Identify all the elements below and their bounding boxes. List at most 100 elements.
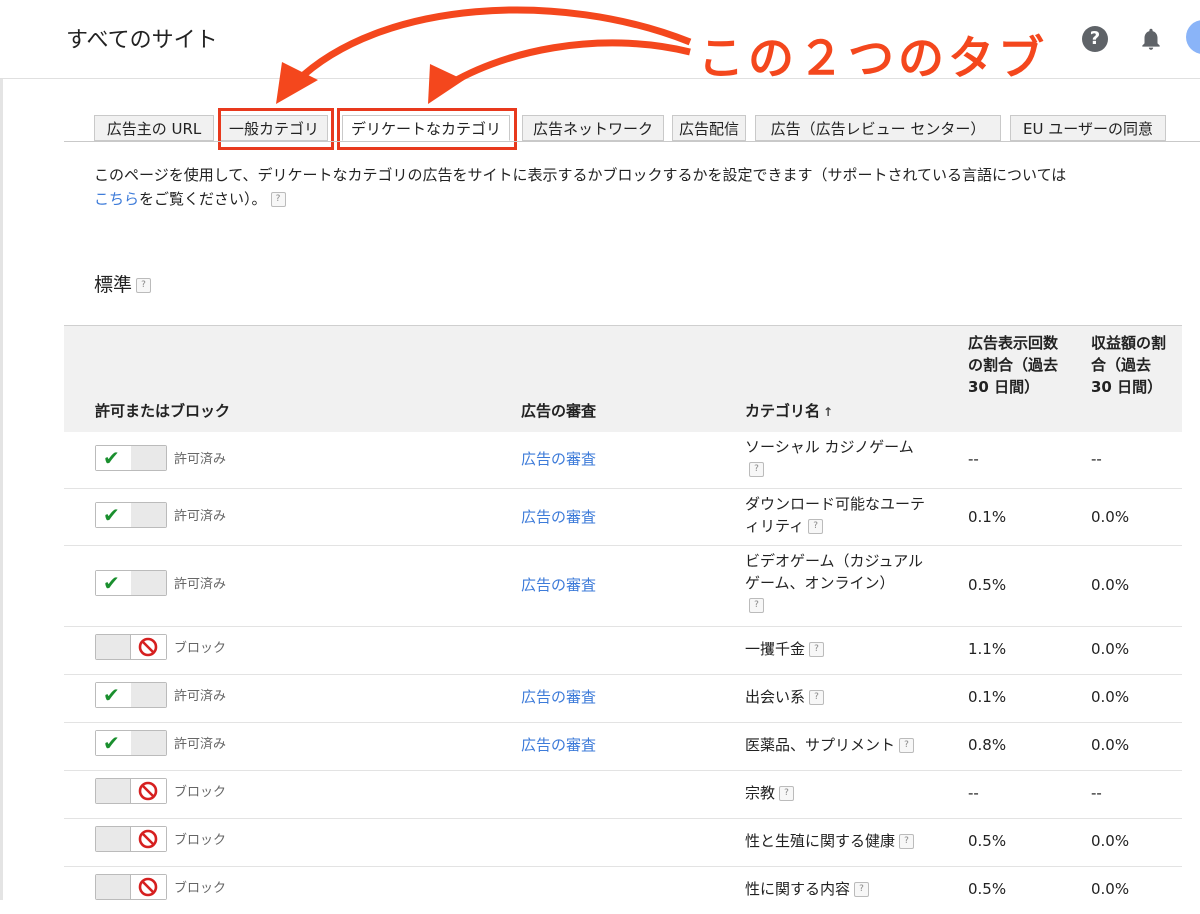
table-row: ブロック 一攫千金? 1.1% 0.0% [64,627,1182,675]
impressions-share: -- [968,450,979,468]
impressions-share: 0.5% [968,832,1007,850]
help-small-icon[interactable]: ? [809,642,825,657]
help-small-icon[interactable]: ? [270,192,286,207]
table-row: ✔ 許可済み 広告の審査 出会い系? 0.1% 0.0% [64,675,1182,723]
supported-languages-link[interactable]: こちら [94,190,139,208]
no-entry-icon [138,637,158,657]
table-row: ✔ 許可済み 広告の審査 医薬品、サプリメント? 0.8% 0.0% [64,723,1182,771]
tab-advertiser-url[interactable]: 広告主の URL [94,115,214,141]
ad-review-link[interactable]: 広告の審査 [521,506,596,528]
page-description: このページを使用して、デリケートなカテゴリの広告をサイトに表示するかブロックする… [94,163,1184,211]
ad-review-link[interactable]: 広告の審査 [521,734,596,756]
revenue-share: 0.0% [1091,880,1130,898]
status-label: ブロック [174,833,227,848]
category-name: ダウンロード可能なユーティリティ? [745,493,935,537]
tab-ad-networks[interactable]: 広告ネットワーク [522,115,664,141]
ad-review-link[interactable]: 広告の審査 [521,448,596,470]
help-small-icon[interactable]: ? [899,834,915,849]
no-entry-icon [138,781,158,801]
category-name-text: 一攫千金 [745,640,806,658]
status-label: 許可済み [174,509,227,524]
help-small-icon[interactable]: ? [808,519,824,534]
check-icon: ✔ [103,446,120,470]
allow-block-toggle[interactable] [95,874,167,900]
category-name: 性と生殖に関する健康? [745,830,915,852]
allow-block-toggle[interactable] [95,634,167,660]
tab-ad-review-center[interactable]: 広告（広告レビュー センター） [755,115,1001,141]
help-icon[interactable]: ? [1082,26,1108,52]
impressions-share: 1.1% [968,640,1007,658]
category-name-text: 性に関する内容 [745,880,851,898]
tab-sensitive-categories[interactable]: デリケートなカテゴリ [342,115,510,141]
impressions-share: -- [968,784,979,802]
allow-block-toggle[interactable]: ✔ [95,502,167,528]
ad-review-link[interactable]: 広告の審査 [521,574,596,596]
help-small-icon[interactable]: ? [854,882,870,897]
allow-block-toggle[interactable]: ✔ [95,730,167,756]
revenue-share: 0.0% [1091,640,1130,658]
help-small-icon[interactable]: ? [749,462,764,477]
header-allow-block: 許可またはブロック [95,402,231,420]
category-name: 出会い系? [745,686,825,708]
table-row: ブロック 性と生殖に関する健康? 0.5% 0.0% [64,819,1182,867]
impressions-share: 0.8% [968,736,1007,754]
help-small-icon[interactable]: ? [779,786,795,801]
revenue-share: -- [1091,784,1102,802]
category-name: 性に関する内容? [745,878,870,900]
table-row: ✔ 許可済み 広告の審査 ビデオゲーム（カジュアル ゲーム、オンライン）? 0.… [64,546,1182,627]
table-row: ✔ 許可済み 広告の審査 ソーシャル カジノゲーム? -- -- [64,432,1182,489]
revenue-share: 0.0% [1091,508,1130,526]
bell-icon[interactable] [1138,25,1164,53]
allow-block-toggle[interactable]: ✔ [95,682,167,708]
status-label: ブロック [174,641,227,656]
category-name: 医薬品、サプリメント? [745,734,915,756]
status-label: 許可済み [174,452,227,467]
header-ad-review: 広告の審査 [521,402,597,420]
category-name-text: 宗教 [745,784,776,802]
tab-eu-user-consent[interactable]: EU ユーザーの同意 [1010,115,1166,141]
header-impressions-share: 広告表示回数の割合（過去 30 日間） [968,334,1059,396]
impressions-share: 0.5% [968,880,1007,898]
status-label: ブロック [174,881,227,896]
allow-block-toggle[interactable]: ✔ [95,570,167,596]
sort-up-icon: ↑ [823,405,834,419]
annotation-label: この２つのタブ [698,31,1048,85]
ad-review-link[interactable]: 広告の審査 [521,686,596,708]
check-icon: ✔ [103,731,120,755]
help-small-icon[interactable]: ? [809,690,825,705]
table-row: ブロック 性に関する内容? 0.5% 0.0% [64,867,1182,914]
tab-ad-serving[interactable]: 広告配信 [672,115,746,141]
status-label: 許可済み [174,737,227,752]
help-small-icon[interactable]: ? [136,278,152,293]
tabs-divider [64,141,1200,142]
allow-block-toggle[interactable]: ✔ [95,445,167,471]
allow-block-toggle[interactable] [95,778,167,804]
impressions-share: 0.1% [968,508,1007,526]
category-name-text: ビデオゲーム（カジュアル ゲーム、オンライン） [745,552,924,592]
check-icon: ✔ [103,683,120,707]
category-name: 一攫千金? [745,638,825,660]
category-name: 宗教? [745,782,795,804]
help-small-icon[interactable]: ? [899,738,915,753]
category-name-text: ソーシャル カジノゲーム [745,438,914,456]
revenue-share: 0.0% [1091,688,1130,706]
categories-table: 許可またはブロック 広告の審査 カテゴリ名 ↑ 広告表示回数の割合（過去 30 日… [64,325,1182,914]
category-name: ビデオゲーム（カジュアル ゲーム、オンライン）? [745,550,935,616]
impressions-share: 0.1% [968,688,1007,706]
category-name-text: 出会い系 [745,688,806,706]
check-icon: ✔ [103,503,120,527]
page-title: すべてのサイト [66,28,218,53]
header-category-name[interactable]: カテゴリ名 ↑ [745,400,833,423]
section-title-text: 標準 [94,274,133,296]
no-entry-icon [138,877,158,897]
left-rail [0,0,3,900]
revenue-share: 0.0% [1091,832,1130,850]
tab-general-categories[interactable]: 一般カテゴリ [220,115,328,141]
help-small-icon[interactable]: ? [749,598,764,613]
avatar[interactable] [1186,20,1200,54]
section-title: 標準? [94,270,152,297]
allow-block-toggle[interactable] [95,826,167,852]
category-name: ソーシャル カジノゲーム? [745,436,945,480]
revenue-share: 0.0% [1091,736,1130,754]
category-name-text: ダウンロード可能なユーティリティ [745,495,926,535]
